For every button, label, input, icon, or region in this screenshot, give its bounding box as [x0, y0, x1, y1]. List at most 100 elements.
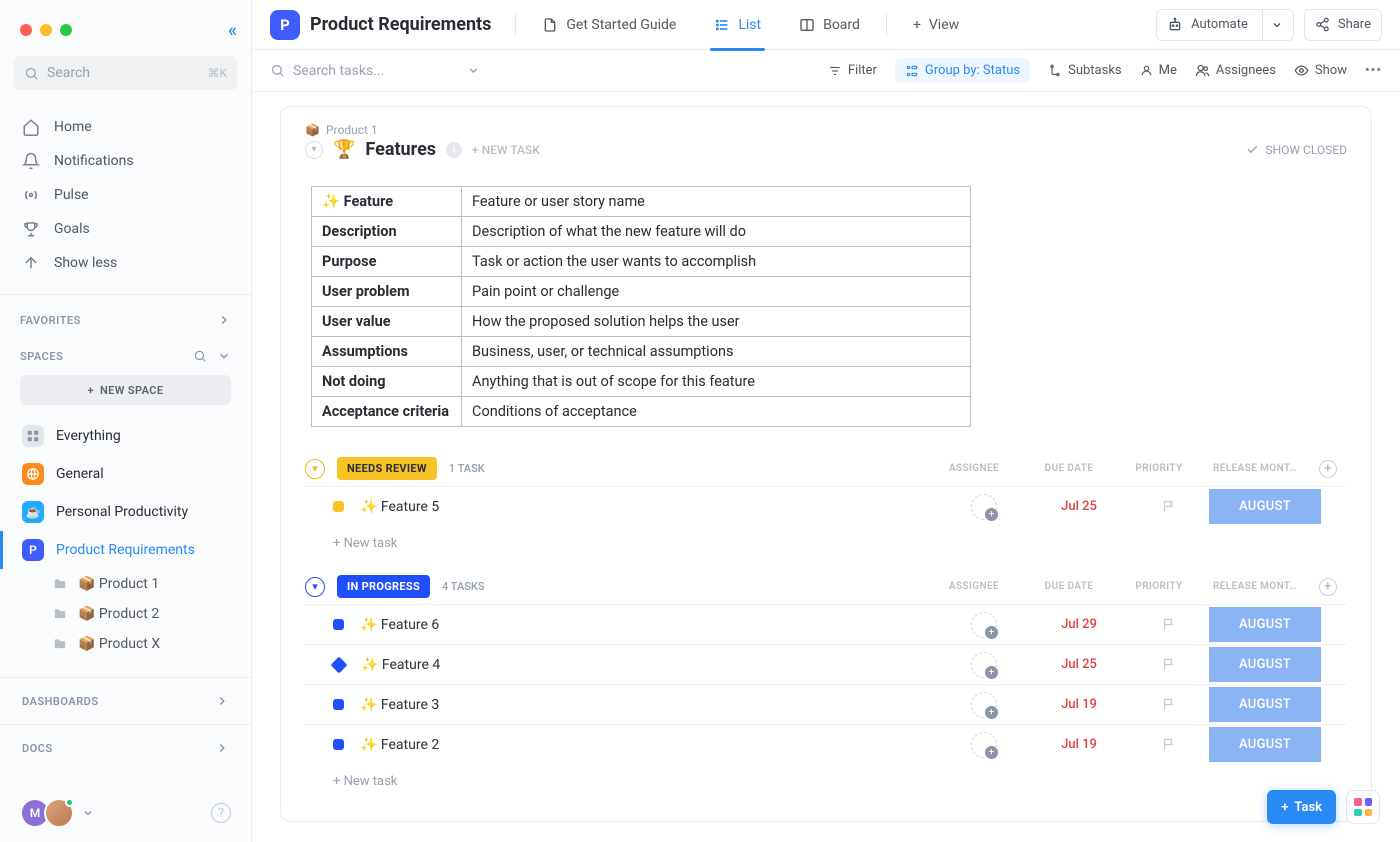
personal-icon: ☕ — [22, 501, 44, 523]
collapse-group-icon[interactable]: ▾ — [305, 577, 325, 597]
plus-icon: + — [1281, 800, 1288, 815]
space-everything[interactable]: Everything — [0, 417, 251, 455]
task-row[interactable]: ✨ Feature 3 Jul 19 AUGUST — [305, 684, 1347, 724]
add-assignee-icon[interactable] — [971, 612, 997, 638]
due-date-cell[interactable]: Jul 25 — [1029, 657, 1129, 672]
status-indicator[interactable] — [331, 656, 348, 673]
me-chip[interactable]: Me — [1140, 63, 1177, 78]
priority-cell[interactable] — [1129, 617, 1209, 632]
folder-product-1[interactable]: 📦 Product 1 — [0, 569, 251, 599]
task-row[interactable]: ✨ Feature 5 Jul 25 AUGUST — [305, 486, 1347, 526]
show-closed-toggle[interactable]: SHOW CLOSED — [1246, 143, 1347, 157]
group-by-chip[interactable]: Group by: Status — [895, 58, 1030, 83]
new-task-link[interactable]: + NEW TASK — [472, 143, 540, 157]
view-list[interactable]: List — [700, 0, 775, 50]
table-row: User problemPain point or challenge — [312, 277, 971, 307]
more-menu[interactable]: ••• — [1365, 63, 1382, 78]
search-spaces-icon[interactable] — [193, 349, 207, 363]
breadcrumb[interactable]: 📦 Product 1 — [305, 123, 1347, 137]
close-window[interactable] — [20, 24, 32, 36]
new-task-row[interactable]: + New task — [305, 526, 1347, 555]
help-icon[interactable]: ? — [211, 803, 231, 823]
new-space-button[interactable]: + NEW SPACE — [20, 375, 231, 405]
space-product-requirements[interactable]: P Product Requirements — [0, 531, 251, 569]
workspace-avatars[interactable]: M — [20, 798, 74, 828]
folder-product-2[interactable]: 📦 Product 2 — [0, 599, 251, 629]
nav-show-less[interactable]: Show less — [0, 246, 251, 280]
chevron-down-icon[interactable] — [217, 349, 231, 363]
automate-button[interactable]: Automate — [1156, 9, 1294, 41]
add-view[interactable]: + View — [899, 0, 973, 50]
due-date-cell[interactable]: Jul 19 — [1029, 737, 1129, 752]
space-general[interactable]: General — [0, 455, 251, 493]
assignee-cell[interactable] — [939, 494, 1029, 520]
due-date-cell[interactable]: Jul 19 — [1029, 697, 1129, 712]
status-indicator[interactable] — [333, 619, 344, 630]
task-row[interactable]: ✨ Feature 4 Jul 25 AUGUST — [305, 644, 1347, 684]
collapse-sidebar-icon[interactable]: « — [228, 20, 237, 41]
folder-product-x[interactable]: 📦 Product X — [0, 629, 251, 659]
add-assignee-icon[interactable] — [971, 494, 997, 520]
maximize-window[interactable] — [60, 24, 72, 36]
docs-section[interactable]: DOCS — [0, 724, 251, 771]
search-tasks[interactable]: Search tasks... — [270, 63, 480, 79]
chevron-down-icon[interactable] — [82, 807, 94, 819]
chevron-down-icon[interactable] — [1262, 10, 1283, 40]
view-board[interactable]: Board — [785, 0, 874, 50]
nav-goals-label: Goals — [54, 221, 90, 237]
status-pill[interactable]: NEEDS REVIEW — [337, 457, 437, 480]
add-assignee-icon[interactable] — [971, 732, 997, 758]
release-cell[interactable]: AUGUST — [1209, 489, 1321, 524]
minimize-window[interactable] — [40, 24, 52, 36]
nav-notifications[interactable]: Notifications — [0, 144, 251, 178]
task-row[interactable]: ✨ Feature 6 Jul 29 AUGUST — [305, 604, 1347, 644]
dashboards-section[interactable]: DASHBOARDS — [0, 677, 251, 724]
priority-cell[interactable] — [1129, 697, 1209, 712]
nav-pulse[interactable]: Pulse — [0, 178, 251, 212]
priority-cell[interactable] — [1129, 657, 1209, 672]
collapse-list-icon[interactable]: ▾ — [305, 141, 323, 159]
collapse-group-icon[interactable]: ▾ — [305, 459, 325, 479]
share-button[interactable]: Share — [1304, 9, 1382, 41]
priority-cell[interactable] — [1129, 737, 1209, 752]
filter-chip[interactable]: Filter — [828, 63, 877, 78]
space-personal[interactable]: ☕ Personal Productivity — [0, 493, 251, 531]
task-name: ✨ Feature 3 — [360, 697, 439, 713]
add-column-icon[interactable]: + — [1319, 578, 1337, 596]
release-cell[interactable]: AUGUST — [1209, 687, 1321, 722]
task-row[interactable]: ✨ Feature 2 Jul 19 AUGUST — [305, 724, 1347, 764]
create-task-fab[interactable]: + Task — [1267, 790, 1336, 824]
release-cell[interactable]: AUGUST — [1209, 727, 1321, 762]
assignee-cell[interactable] — [939, 732, 1029, 758]
add-assignee-icon[interactable] — [971, 652, 997, 678]
favorites-header[interactable]: FAVORITES — [0, 295, 251, 339]
status-indicator[interactable] — [333, 739, 344, 750]
due-date-cell[interactable]: Jul 25 — [1029, 499, 1129, 514]
nav-home[interactable]: Home — [0, 110, 251, 144]
release-cell[interactable]: AUGUST — [1209, 607, 1321, 642]
show-chip[interactable]: Show — [1294, 63, 1347, 78]
nav-pulse-label: Pulse — [54, 187, 89, 203]
list-card: 📦 Product 1 ▾ 🏆 Features i + NEW TASK SH… — [280, 106, 1372, 822]
status-indicator[interactable] — [333, 501, 344, 512]
info-icon[interactable]: i — [446, 142, 462, 158]
new-task-row[interactable]: + New task — [305, 764, 1347, 793]
apps-fab[interactable] — [1346, 790, 1380, 824]
priority-cell[interactable] — [1129, 499, 1209, 514]
due-date-cell[interactable]: Jul 29 — [1029, 617, 1129, 632]
add-assignee-icon[interactable] — [971, 692, 997, 718]
chevron-down-icon[interactable] — [467, 64, 480, 77]
subtasks-chip[interactable]: Subtasks — [1048, 63, 1122, 78]
view-getting-started[interactable]: Get Started Guide — [528, 0, 690, 50]
assignees-chip[interactable]: Assignees — [1195, 63, 1276, 78]
status-pill[interactable]: IN PROGRESS — [337, 575, 430, 598]
assignee-cell[interactable] — [939, 652, 1029, 678]
table-row: PurposeTask or action the user wants to … — [312, 247, 971, 277]
assignee-cell[interactable] — [939, 692, 1029, 718]
global-search[interactable]: Search ⌘K — [14, 56, 237, 90]
assignee-cell[interactable] — [939, 612, 1029, 638]
status-indicator[interactable] — [333, 699, 344, 710]
release-cell[interactable]: AUGUST — [1209, 647, 1321, 682]
nav-goals[interactable]: Goals — [0, 212, 251, 246]
add-column-icon[interactable]: + — [1319, 460, 1337, 478]
